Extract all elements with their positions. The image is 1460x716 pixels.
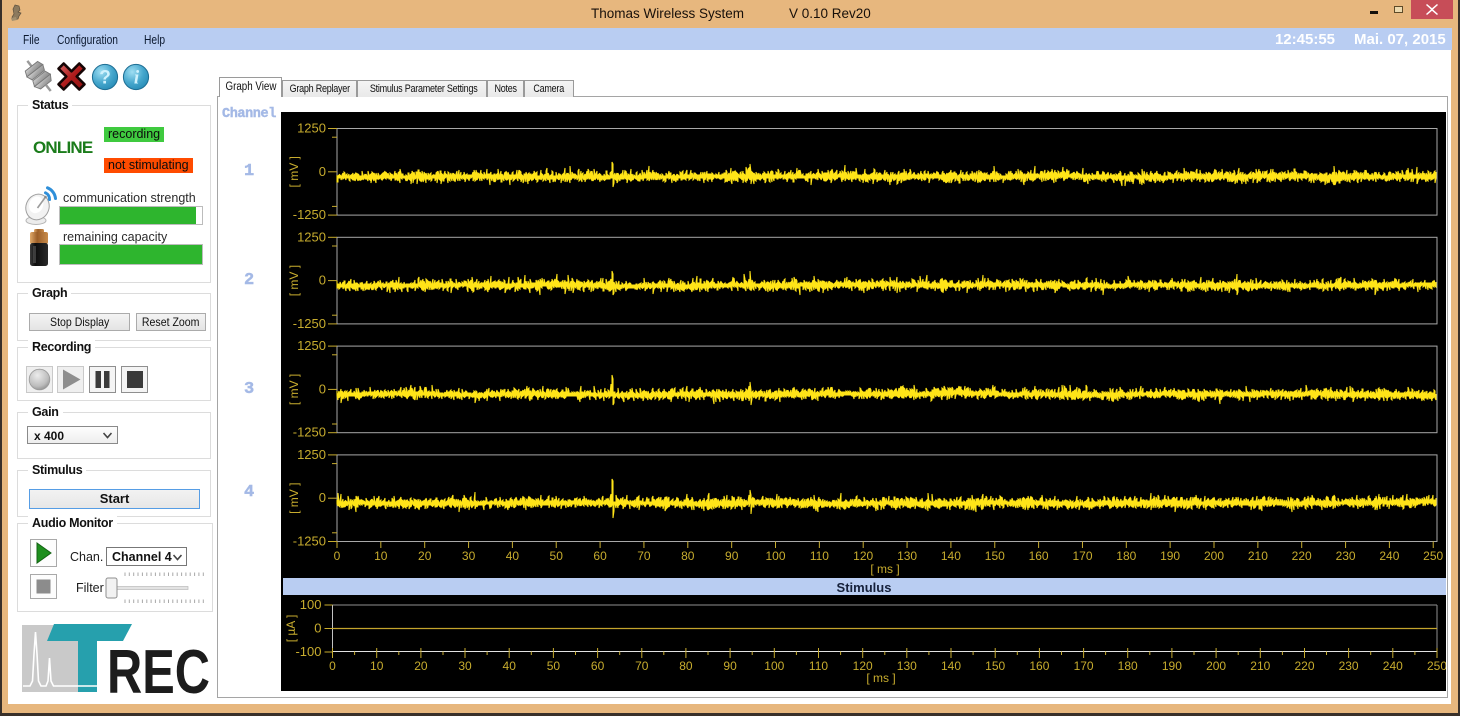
svg-text:240: 240 <box>1383 659 1403 673</box>
svg-text:130: 130 <box>897 659 917 673</box>
svg-text:10: 10 <box>374 549 388 563</box>
svg-text:250: 250 <box>1427 659 1446 673</box>
svg-text:30: 30 <box>462 549 476 563</box>
svg-text:160: 160 <box>1029 549 1049 563</box>
svg-text:0: 0 <box>319 273 326 288</box>
svg-text:60: 60 <box>591 659 605 673</box>
svg-text:0: 0 <box>314 621 321 636</box>
svg-text:70: 70 <box>635 659 649 673</box>
svg-text:180: 180 <box>1118 659 1138 673</box>
svg-text:220: 220 <box>1292 549 1312 563</box>
svg-text:-1250: -1250 <box>293 316 326 331</box>
svg-text:100: 100 <box>300 597 322 612</box>
svg-text:1250: 1250 <box>297 121 326 136</box>
svg-text:210: 210 <box>1248 549 1268 563</box>
svg-text:i: i <box>134 68 140 89</box>
svg-text:[ ms ]: [ ms ] <box>866 671 895 685</box>
svg-text:[ mV ]: [ mV ] <box>287 265 301 296</box>
svg-text:0: 0 <box>329 659 336 673</box>
svg-text:150: 150 <box>985 549 1005 563</box>
svg-text:1250: 1250 <box>297 338 326 353</box>
svg-text:50: 50 <box>547 659 561 673</box>
svg-text:-1250: -1250 <box>293 207 326 222</box>
svg-text:[ mV ]: [ mV ] <box>287 483 301 514</box>
svg-text:200: 200 <box>1204 549 1224 563</box>
svg-text:210: 210 <box>1250 659 1270 673</box>
svg-text:220: 220 <box>1294 659 1314 673</box>
svg-text:90: 90 <box>725 549 739 563</box>
svg-text:190: 190 <box>1160 549 1180 563</box>
svg-text:-1250: -1250 <box>293 425 326 440</box>
svg-text:Stimulus: Stimulus <box>837 580 892 595</box>
svg-text:80: 80 <box>679 659 693 673</box>
svg-text:140: 140 <box>941 549 961 563</box>
svg-text:100: 100 <box>765 549 785 563</box>
svg-text:200: 200 <box>1206 659 1226 673</box>
svg-text:?: ? <box>99 68 111 89</box>
svg-text:10: 10 <box>370 659 384 673</box>
svg-text:80: 80 <box>681 549 695 563</box>
svg-text:40: 40 <box>506 549 520 563</box>
svg-text:230: 230 <box>1339 659 1359 673</box>
svg-text:90: 90 <box>723 659 737 673</box>
svg-text:1250: 1250 <box>297 229 326 244</box>
svg-text:20: 20 <box>418 549 432 563</box>
svg-text:30: 30 <box>458 659 472 673</box>
svg-text:100: 100 <box>764 659 784 673</box>
svg-text:[ ms ]: [ ms ] <box>870 562 899 576</box>
svg-text:60: 60 <box>593 549 607 563</box>
svg-text:70: 70 <box>637 549 651 563</box>
svg-text:1250: 1250 <box>297 447 326 462</box>
svg-text:0: 0 <box>319 490 326 505</box>
svg-text:150: 150 <box>985 659 1005 673</box>
svg-text:170: 170 <box>1074 659 1094 673</box>
svg-text:250: 250 <box>1423 549 1443 563</box>
svg-text:130: 130 <box>897 549 917 563</box>
svg-text:[ mV ]: [ mV ] <box>287 374 301 405</box>
svg-text:0: 0 <box>319 164 326 179</box>
svg-text:0: 0 <box>334 549 341 563</box>
svg-text:20: 20 <box>414 659 428 673</box>
svg-text:REC: REC <box>107 638 210 694</box>
svg-text:[ µA ]: [ µA ] <box>284 615 298 643</box>
svg-text:50: 50 <box>550 549 564 563</box>
svg-text:180: 180 <box>1116 549 1136 563</box>
svg-text:170: 170 <box>1072 549 1092 563</box>
svg-text:-1250: -1250 <box>293 534 326 549</box>
svg-text:-100: -100 <box>295 644 321 659</box>
svg-text:190: 190 <box>1162 659 1182 673</box>
svg-text:240: 240 <box>1379 549 1399 563</box>
svg-text:0: 0 <box>319 381 326 396</box>
svg-text:110: 110 <box>810 549 829 563</box>
svg-text:[ mV ]: [ mV ] <box>287 156 301 187</box>
svg-text:110: 110 <box>809 659 828 673</box>
svg-text:230: 230 <box>1336 549 1356 563</box>
svg-text:120: 120 <box>853 549 873 563</box>
svg-text:160: 160 <box>1029 659 1049 673</box>
svg-text:140: 140 <box>941 659 961 673</box>
svg-text:40: 40 <box>503 659 517 673</box>
